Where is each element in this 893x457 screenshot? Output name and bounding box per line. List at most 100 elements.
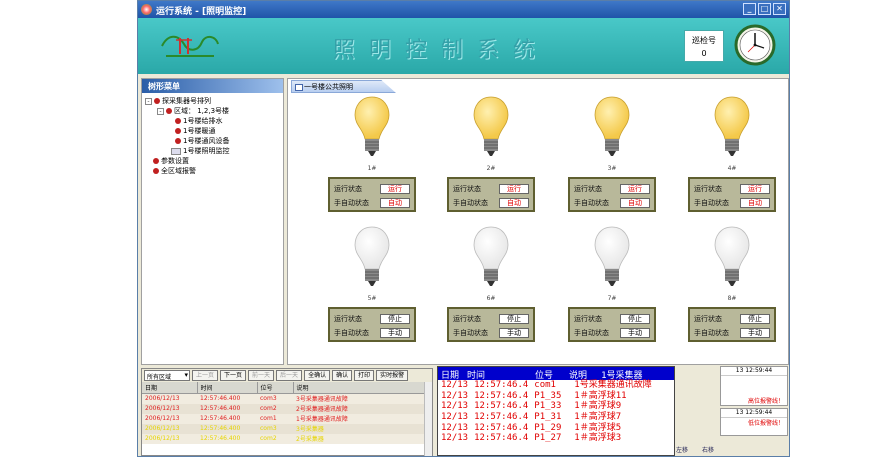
light-bulb-icon bbox=[473, 96, 509, 156]
table-row[interactable]: 2006/12/13 12:57:46.400 com3 3号采集器 bbox=[142, 423, 432, 434]
lamp-tile[interactable]: 7# 运行状态 停止 手自动状态 手动 bbox=[552, 225, 672, 365]
mode-status-value[interactable]: 自动 bbox=[740, 197, 770, 208]
run-status-label: 运行状态 bbox=[694, 184, 722, 193]
message-row[interactable]: 12/13 12:57:46.4 P1_31 1＃高浮球7 bbox=[438, 412, 674, 423]
clock-icon bbox=[734, 24, 776, 66]
table-row[interactable]: 2006/12/13 12:57:46.400 com3 3号采集器通讯故障 bbox=[142, 393, 432, 404]
lamp-status-panel: 运行状态 运行 手自动状态 自动 bbox=[568, 177, 656, 212]
tree-node[interactable]: 参数设置 bbox=[145, 156, 280, 166]
column-header[interactable]: 时间 bbox=[197, 382, 258, 394]
alarm-time: 13 12:59:44 bbox=[721, 409, 787, 418]
run-status-value[interactable]: 停止 bbox=[740, 313, 770, 324]
run-status-value[interactable]: 停止 bbox=[380, 313, 410, 324]
move-left-link[interactable]: 左移 bbox=[676, 445, 688, 454]
run-status-value[interactable]: 运行 bbox=[620, 183, 650, 194]
mode-status-value[interactable]: 自动 bbox=[499, 197, 529, 208]
prev-day-button[interactable]: 前一天 bbox=[248, 370, 275, 381]
tab-public-lighting[interactable]: 一号楼公共照明 bbox=[291, 80, 396, 93]
mode-status-value[interactable]: 手动 bbox=[499, 327, 529, 338]
lamp-status-panel: 运行状态 停止 手自动状态 手动 bbox=[447, 307, 535, 342]
mode-status-label: 手自动状态 bbox=[453, 328, 488, 337]
minimize-button[interactable]: _ bbox=[743, 3, 756, 15]
prev-page-button[interactable]: 上一页 bbox=[192, 370, 219, 381]
title-bar: 运行系统 - [照明监控] _ □ ✕ bbox=[138, 1, 789, 18]
light-bulb-icon bbox=[714, 226, 750, 286]
collapse-icon[interactable]: - bbox=[157, 107, 164, 115]
lamp-number: 3# bbox=[607, 165, 617, 172]
lamp-tile[interactable]: 2# 运行状态 运行 手自动状态 自动 bbox=[431, 95, 551, 235]
mode-status-label: 手自动状态 bbox=[334, 198, 369, 207]
alarm-time: 13 12:59:44 bbox=[721, 367, 787, 376]
lamp-tile[interactable]: 4# 运行状态 运行 手自动状态 自动 bbox=[672, 95, 789, 235]
tree-node-label: 探采集器号排列 bbox=[162, 97, 211, 105]
mode-status-value[interactable]: 手动 bbox=[740, 327, 770, 338]
navigation-panel: 树形菜单 - 探采集器号排列 - 区域： 1,2,3号楼 1号楼给排水 1号楼暖通 … bbox=[141, 78, 284, 365]
column-header[interactable]: 位号 bbox=[257, 382, 294, 394]
tree-node-label: 全区域报警 bbox=[161, 167, 196, 175]
lamp-tile[interactable]: 5# 运行状态 停止 手自动状态 手动 bbox=[312, 225, 432, 365]
mode-status-value[interactable]: 手动 bbox=[380, 327, 410, 338]
column-header[interactable]: 说明 bbox=[293, 382, 432, 394]
node-icon bbox=[153, 168, 159, 174]
tree-node[interactable]: 1号楼暖通 bbox=[145, 126, 280, 136]
message-row[interactable]: 12/13 12:57:46.4 P1_35 1＃高浮球11 bbox=[438, 391, 674, 402]
tree-node[interactable]: 全区域报警 bbox=[145, 166, 280, 176]
tree-view[interactable]: - 探采集器号排列 - 区域： 1,2,3号楼 1号楼给排水 1号楼暖通 1号楼通风… bbox=[142, 93, 283, 179]
mode-status-value[interactable]: 自动 bbox=[380, 197, 410, 208]
collapse-icon[interactable]: - bbox=[145, 97, 152, 105]
message-row[interactable]: 12/13 12:57:46.4 P1_27 1＃高浮球3 bbox=[438, 433, 674, 444]
run-status-value[interactable]: 运行 bbox=[499, 183, 529, 194]
run-status-value[interactable]: 运行 bbox=[380, 183, 410, 194]
lamp-tile[interactable]: 3# 运行状态 运行 手自动状态 自动 bbox=[552, 95, 672, 235]
confirm-all-button[interactable]: 全确认 bbox=[304, 370, 331, 381]
tree-node[interactable]: 1号楼通风设备 bbox=[145, 136, 280, 146]
lamp-status-panel: 运行状态 停止 手自动状态 手动 bbox=[568, 307, 656, 342]
message-row[interactable]: 12/13 12:57:46.4 P1_29 1＃高浮球5 bbox=[438, 423, 674, 434]
column-header[interactable]: 日期 bbox=[142, 382, 198, 394]
lamp-number: 8# bbox=[727, 295, 737, 302]
table-row[interactable]: 2006/12/13 12:57:46.400 com2 2号采集器 bbox=[142, 433, 432, 444]
low-alarm-text: 低位报警线！ bbox=[747, 420, 784, 427]
close-button[interactable]: ✕ bbox=[773, 3, 786, 15]
area-select[interactable]: 所有区域 bbox=[144, 370, 190, 381]
header-banner: 照明控制系统 巡检号 0 bbox=[138, 18, 789, 74]
lamp-number: 7# bbox=[607, 295, 617, 302]
tree-node-selected[interactable]: 1号楼照明监控 bbox=[145, 146, 280, 156]
mode-status-value[interactable]: 手动 bbox=[620, 327, 650, 338]
next-day-button[interactable]: 后一天 bbox=[276, 370, 303, 381]
lamp-tile[interactable]: 6# 运行状态 停止 手自动状态 手动 bbox=[431, 225, 551, 365]
node-icon bbox=[154, 98, 160, 104]
light-bulb-icon bbox=[594, 226, 630, 286]
lamp-tile[interactable]: 1# 运行状态 运行 手自动状态 自动 bbox=[312, 95, 432, 235]
table-row[interactable]: 2006/12/13 12:57:46.400 com2 2号采集器通讯故障 bbox=[142, 403, 432, 414]
print-button[interactable]: 打印 bbox=[354, 370, 375, 381]
inspection-value: 0 bbox=[701, 49, 707, 58]
table-row[interactable]: 2006/12/13 12:57:46.400 com1 1号采集器通讯故障 bbox=[142, 413, 432, 424]
node-icon bbox=[175, 138, 181, 144]
vertical-scrollbar[interactable] bbox=[424, 382, 432, 456]
realtime-alarm-button[interactable]: 实时报警 bbox=[376, 370, 409, 381]
alarm-log-panel: 所有区域 上一页 下一页 前一天 后一天 全确认 确认 打印 实时报警 日期 时… bbox=[141, 368, 433, 456]
run-status-value[interactable]: 停止 bbox=[620, 313, 650, 324]
next-page-button[interactable]: 下一页 bbox=[220, 370, 247, 381]
run-status-value[interactable]: 运行 bbox=[740, 183, 770, 194]
tree-node[interactable]: 1号楼给排水 bbox=[145, 116, 280, 126]
system-title: 照明控制系统 bbox=[333, 38, 550, 63]
mode-status-label: 手自动状态 bbox=[574, 198, 609, 207]
tree-node[interactable]: - 区域： 1,2,3号楼 bbox=[145, 106, 280, 116]
maximize-button[interactable]: □ bbox=[758, 3, 771, 15]
confirm-button[interactable]: 确认 bbox=[332, 370, 353, 381]
message-column: 说明 bbox=[569, 371, 588, 381]
application-window: 运行系统 - [照明监控] _ □ ✕ 照明控制系统 巡检号 0 树形菜单 - … bbox=[137, 0, 790, 457]
run-status-label: 运行状态 bbox=[453, 184, 481, 193]
low-alarm-box: 13 12:59:44 低位报警线！ bbox=[720, 408, 788, 436]
tree-node-label: 1号楼通风设备 bbox=[183, 137, 230, 145]
run-status-value[interactable]: 停止 bbox=[499, 313, 529, 324]
tree-node[interactable]: - 探采集器号排列 bbox=[145, 96, 280, 106]
mode-status-value[interactable]: 自动 bbox=[620, 197, 650, 208]
move-right-link[interactable]: 右移 bbox=[702, 445, 714, 454]
lamp-tile[interactable]: 8# 运行状态 停止 手自动状态 手动 bbox=[672, 225, 789, 365]
side-alarm-area: 13 12:59:44 高位报警线！ 13 12:59:44 低位报警线！ 左移… bbox=[676, 366, 789, 456]
message-row[interactable]: 12/13 12:57:46.4 P1_33 1＃高浮球9 bbox=[438, 401, 674, 412]
message-row[interactable]: 12/13 12:57:46.4 com1 1号采集器通讯故障 bbox=[438, 380, 674, 391]
